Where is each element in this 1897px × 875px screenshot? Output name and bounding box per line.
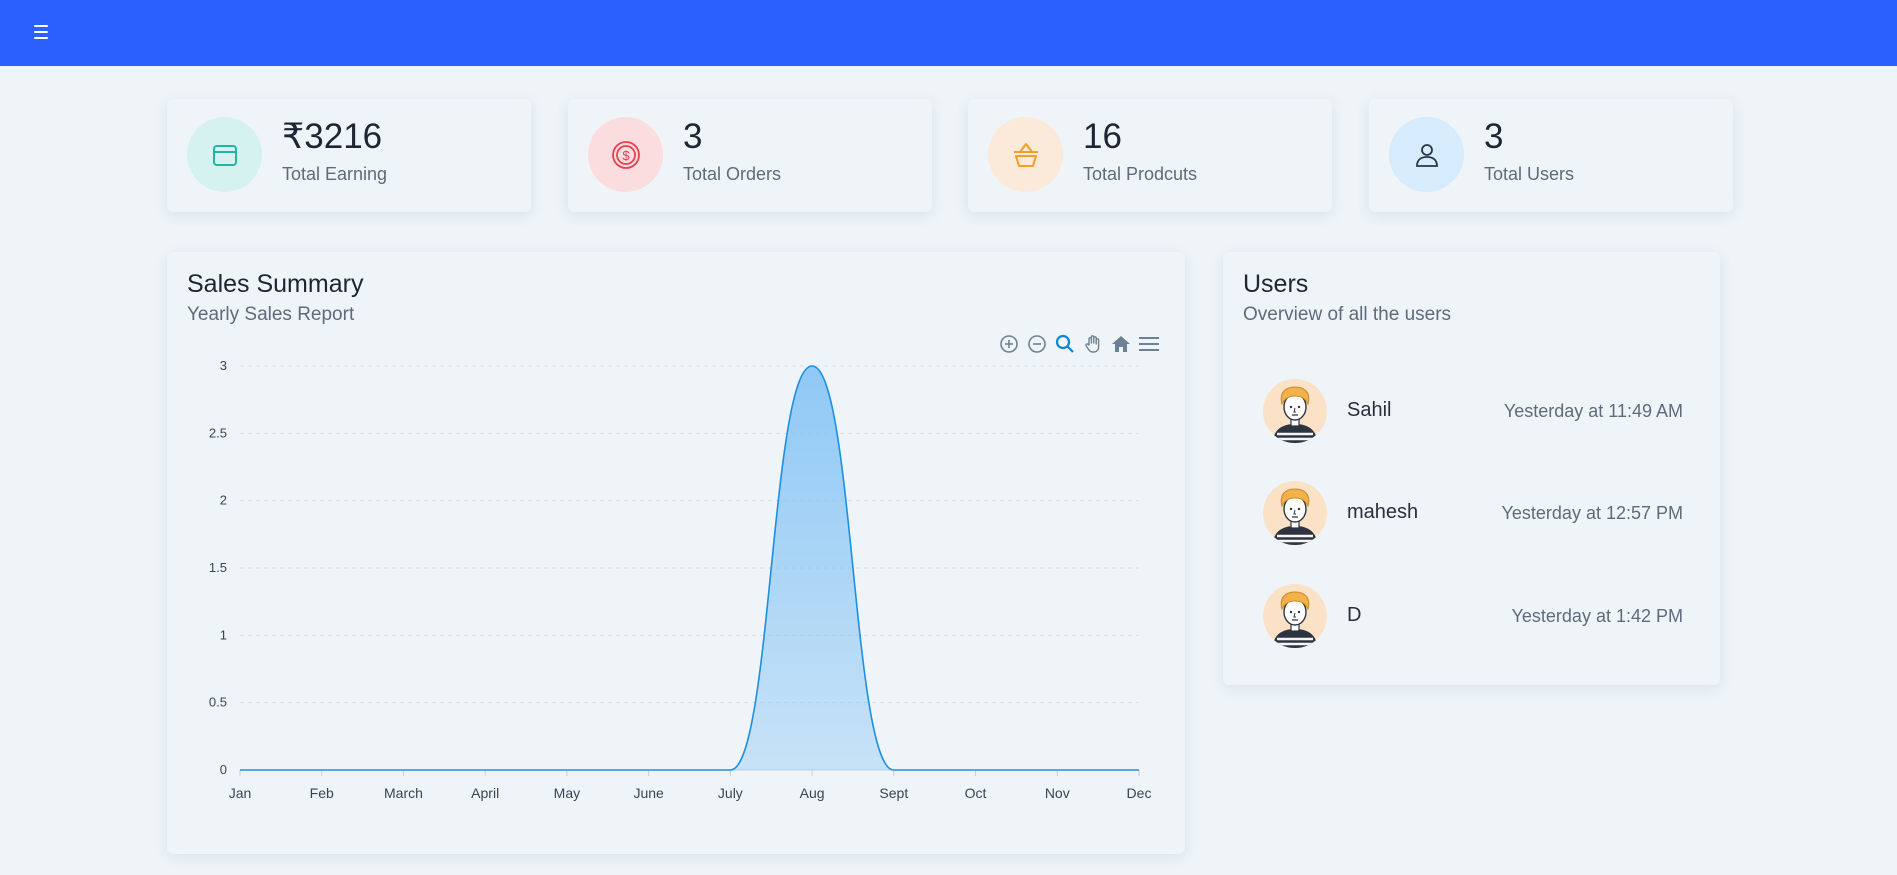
stat-value: 16 xyxy=(1083,117,1122,156)
list-item[interactable]: D Yesterday at 1:42 PM xyxy=(1263,584,1683,650)
top-navbar xyxy=(0,0,1897,66)
user-name: Sahil xyxy=(1347,399,1392,421)
x-tick-label: Oct xyxy=(965,785,987,801)
x-tick-label: July xyxy=(718,785,743,801)
stat-label: Total Prodcuts xyxy=(1083,164,1198,184)
stat-value: 3 xyxy=(683,117,703,156)
list-item[interactable]: mahesh Yesterday at 12:57 PM xyxy=(1263,481,1683,547)
avatar xyxy=(1263,584,1327,648)
y-tick-label: 2.5 xyxy=(209,425,227,440)
stat-card-users: 3 Total Users xyxy=(1369,99,1733,212)
basket-icon xyxy=(988,117,1063,192)
svg-text:$: $ xyxy=(622,148,630,163)
list-item[interactable]: Sahil Yesterday at 11:49 AM xyxy=(1263,379,1683,445)
card-title: Users xyxy=(1243,270,1309,298)
stat-label: Total Orders xyxy=(683,164,782,184)
x-tick-label: Feb xyxy=(310,785,334,801)
user-name: mahesh xyxy=(1347,501,1419,523)
x-tick-label: April xyxy=(471,785,499,801)
y-tick-label: 1.5 xyxy=(209,560,227,575)
stat-card-products: 16 Total Prodcuts xyxy=(968,99,1332,212)
avatar xyxy=(1263,379,1327,443)
sales-area-chart: 0 0.5 1 1.5 2 2.5 3 Jan Feb March April May June July… xyxy=(209,358,1152,801)
wallet-icon xyxy=(187,117,262,192)
x-tick-label: May xyxy=(554,785,580,801)
x-tick-label: Aug xyxy=(800,785,825,801)
stat-label: Total Users xyxy=(1484,164,1575,184)
user-icon xyxy=(1389,117,1464,192)
stat-card-orders: $ 3 Total Orders xyxy=(568,99,932,212)
user-last-seen: Yesterday at 1:42 PM xyxy=(1511,606,1683,626)
y-tick-label: 3 xyxy=(220,358,227,373)
x-tick-label: Nov xyxy=(1045,785,1070,801)
sales-summary-card: Sales Summary Yearly Sales Report 0 0.5 … xyxy=(167,252,1185,854)
x-tick-label: March xyxy=(384,785,423,801)
users-card: Users Overview of all the users Sahil Ye… xyxy=(1223,252,1720,685)
y-tick-label: 1 xyxy=(220,627,227,642)
x-tick-label: Dec xyxy=(1127,785,1152,801)
stat-card-earning: ₹3216 Total Earning xyxy=(167,99,531,212)
stat-label: Total Earning xyxy=(282,164,388,184)
x-tick-label: June xyxy=(633,785,664,801)
x-tick-label: Jan xyxy=(229,785,252,801)
hamburger-icon[interactable] xyxy=(34,20,56,44)
y-tick-label: 0 xyxy=(220,762,227,777)
card-subtitle: Overview of all the users xyxy=(1243,304,1452,325)
avatar xyxy=(1263,481,1327,545)
user-name: D xyxy=(1347,604,1362,626)
stat-value: ₹3216 xyxy=(282,117,383,156)
stat-value: 3 xyxy=(1484,117,1504,156)
user-last-seen: Yesterday at 11:49 AM xyxy=(1503,401,1683,421)
y-tick-label: 0.5 xyxy=(209,695,227,710)
x-tick-label: Sept xyxy=(879,785,908,801)
y-tick-label: 2 xyxy=(220,493,227,508)
dollar-coin-icon: $ xyxy=(588,117,663,192)
user-last-seen: Yesterday at 12:57 PM xyxy=(1501,503,1683,523)
